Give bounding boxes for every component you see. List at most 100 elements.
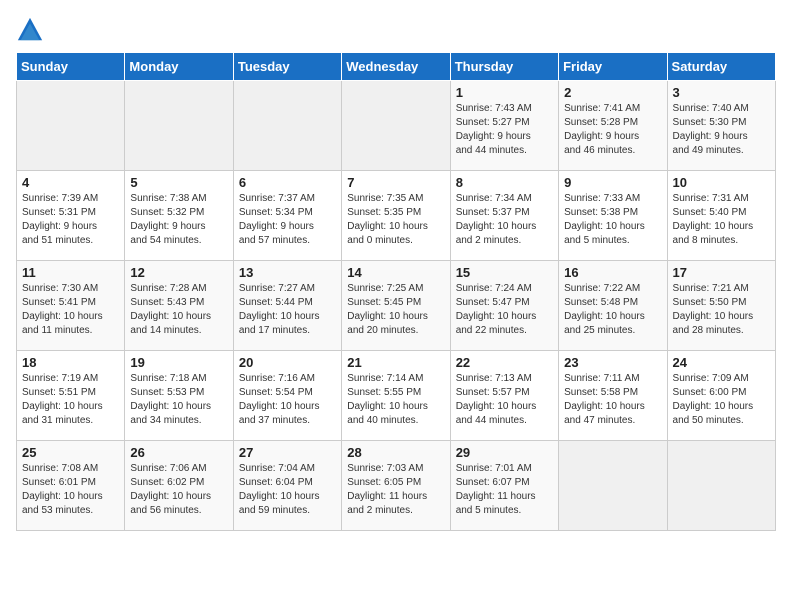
calendar-cell (667, 441, 775, 531)
day-number: 2 (564, 85, 661, 100)
logo (16, 16, 48, 44)
day-info: Sunrise: 7:38 AM Sunset: 5:32 PM Dayligh… (130, 192, 227, 248)
day-number: 23 (564, 355, 661, 370)
day-number: 24 (673, 355, 770, 370)
day-info: Sunrise: 7:39 AM Sunset: 5:31 PM Dayligh… (22, 192, 119, 248)
day-number: 20 (239, 355, 336, 370)
calendar-cell: 18 Sunrise: 7:19 AM Sunset: 5:51 PM Dayli… (17, 351, 125, 441)
calendar-cell: 9 Sunrise: 7:33 AM Sunset: 5:38 PM Daylig… (559, 171, 667, 261)
day-number: 11 (22, 265, 119, 280)
day-info: Sunrise: 7:16 AM Sunset: 5:54 PM Dayligh… (239, 372, 336, 428)
calendar-cell: 29Sunrise: 7:01 AM Sunset: 6:07 PM Dayli… (450, 441, 558, 531)
day-number: 25 (22, 445, 119, 460)
calendar-cell: 2Sunrise: 7:41 AM Sunset: 5:28 PM Daylig… (559, 81, 667, 171)
calendar-week-2: 4 Sunrise: 7:39 AM Sunset: 5:31 PM Daylig… (17, 171, 776, 261)
day-info: Sunrise: 7:30 AM Sunset: 5:41 PM Dayligh… (22, 282, 119, 338)
day-number: 6 (239, 175, 336, 190)
calendar-cell: 20 Sunrise: 7:16 AM Sunset: 5:54 PM Dayli… (233, 351, 341, 441)
day-info: Sunrise: 7:27 AM Sunset: 5:44 PM Dayligh… (239, 282, 336, 338)
day-number: 15 (456, 265, 553, 280)
day-number: 13 (239, 265, 336, 280)
calendar-cell: 16 Sunrise: 7:22 AM Sunset: 5:48 PM Dayli… (559, 261, 667, 351)
calendar-cell: 8 Sunrise: 7:34 AM Sunset: 5:37 PM Daylig… (450, 171, 558, 261)
calendar-cell: 3 Sunrise: 7:40 AM Sunset: 5:30 PM Daylig… (667, 81, 775, 171)
day-number: 5 (130, 175, 227, 190)
calendar-cell: 17Sunrise: 7:21 AM Sunset: 5:50 PM Dayli… (667, 261, 775, 351)
calendar-week-1: 1 Sunrise: 7:43 AM Sunset: 5:27 PM Daylig… (17, 81, 776, 171)
calendar-cell: 27 Sunrise: 7:04 AM Sunset: 6:04 PM Dayli… (233, 441, 341, 531)
calendar-cell: 22 Sunrise: 7:13 AM Sunset: 5:57 PM Dayli… (450, 351, 558, 441)
day-info: Sunrise: 7:34 AM Sunset: 5:37 PM Dayligh… (456, 192, 553, 248)
day-info: Sunrise: 7:37 AM Sunset: 5:34 PM Dayligh… (239, 192, 336, 248)
day-info: Sunrise: 7:22 AM Sunset: 5:48 PM Dayligh… (564, 282, 661, 338)
calendar-cell (17, 81, 125, 171)
day-number: 3 (673, 85, 770, 100)
day-info: Sunrise: 7:33 AM Sunset: 5:38 PM Dayligh… (564, 192, 661, 248)
day-info: Sunrise: 7:21 AM Sunset: 5:50 PM Dayligh… (673, 282, 770, 338)
calendar-cell: 28Sunrise: 7:03 AM Sunset: 6:05 PM Dayli… (342, 441, 450, 531)
calendar-cell: 4 Sunrise: 7:39 AM Sunset: 5:31 PM Daylig… (17, 171, 125, 261)
day-info: Sunrise: 7:09 AM Sunset: 6:00 PM Dayligh… (673, 372, 770, 428)
day-number: 28 (347, 445, 444, 460)
calendar-week-5: 25 Sunrise: 7:08 AM Sunset: 6:01 PM Dayli… (17, 441, 776, 531)
calendar-cell: 11 Sunrise: 7:30 AM Sunset: 5:41 PM Dayli… (17, 261, 125, 351)
day-info: Sunrise: 7:28 AM Sunset: 5:43 PM Dayligh… (130, 282, 227, 338)
day-info: Sunrise: 7:11 AM Sunset: 5:58 PM Dayligh… (564, 372, 661, 428)
calendar-cell: 23 Sunrise: 7:11 AM Sunset: 5:58 PM Dayli… (559, 351, 667, 441)
day-header-saturday: Saturday (667, 53, 775, 81)
calendar-table: SundayMondayTuesdayWednesdayThursdayFrid… (16, 52, 776, 531)
calendar-week-3: 11 Sunrise: 7:30 AM Sunset: 5:41 PM Dayli… (17, 261, 776, 351)
day-number: 12 (130, 265, 227, 280)
calendar-cell: 10 Sunrise: 7:31 AM Sunset: 5:40 PM Dayli… (667, 171, 775, 261)
day-number: 18 (22, 355, 119, 370)
day-info: Sunrise: 7:08 AM Sunset: 6:01 PM Dayligh… (22, 462, 119, 518)
calendar-cell: 24 Sunrise: 7:09 AM Sunset: 6:00 PM Dayli… (667, 351, 775, 441)
day-info: Sunrise: 7:06 AM Sunset: 6:02 PM Dayligh… (130, 462, 227, 518)
day-info: Sunrise: 7:25 AM Sunset: 5:45 PM Dayligh… (347, 282, 444, 338)
calendar-cell: 15 Sunrise: 7:24 AM Sunset: 5:47 PM Dayli… (450, 261, 558, 351)
calendar-cell: 6 Sunrise: 7:37 AM Sunset: 5:34 PM Daylig… (233, 171, 341, 261)
calendar-cell: 21Sunrise: 7:14 AM Sunset: 5:55 PM Dayli… (342, 351, 450, 441)
day-header-friday: Friday (559, 53, 667, 81)
calendar-cell: 19 Sunrise: 7:18 AM Sunset: 5:53 PM Dayli… (125, 351, 233, 441)
day-number: 19 (130, 355, 227, 370)
calendar-cell: 12 Sunrise: 7:28 AM Sunset: 5:43 PM Dayli… (125, 261, 233, 351)
calendar-cell (125, 81, 233, 171)
day-info: Sunrise: 7:04 AM Sunset: 6:04 PM Dayligh… (239, 462, 336, 518)
day-number: 1 (456, 85, 553, 100)
day-number: 4 (22, 175, 119, 190)
day-number: 7 (347, 175, 444, 190)
calendar-cell: 5 Sunrise: 7:38 AM Sunset: 5:32 PM Daylig… (125, 171, 233, 261)
day-info: Sunrise: 7:43 AM Sunset: 5:27 PM Dayligh… (456, 102, 553, 158)
header (16, 16, 776, 44)
calendar-header: SundayMondayTuesdayWednesdayThursdayFrid… (17, 53, 776, 81)
day-header-wednesday: Wednesday (342, 53, 450, 81)
day-number: 10 (673, 175, 770, 190)
calendar-cell: 1 Sunrise: 7:43 AM Sunset: 5:27 PM Daylig… (450, 81, 558, 171)
calendar-cell: 26Sunrise: 7:06 AM Sunset: 6:02 PM Dayli… (125, 441, 233, 531)
calendar-cell (233, 81, 341, 171)
calendar-body: 1 Sunrise: 7:43 AM Sunset: 5:27 PM Daylig… (17, 81, 776, 531)
calendar-cell: 7 Sunrise: 7:35 AM Sunset: 5:35 PM Daylig… (342, 171, 450, 261)
day-number: 14 (347, 265, 444, 280)
day-info: Sunrise: 7:01 AM Sunset: 6:07 PM Dayligh… (456, 462, 553, 518)
day-header-thursday: Thursday (450, 53, 558, 81)
day-info: Sunrise: 7:35 AM Sunset: 5:35 PM Dayligh… (347, 192, 444, 248)
calendar-cell (559, 441, 667, 531)
day-number: 16 (564, 265, 661, 280)
day-info: Sunrise: 7:24 AM Sunset: 5:47 PM Dayligh… (456, 282, 553, 338)
day-info: Sunrise: 7:18 AM Sunset: 5:53 PM Dayligh… (130, 372, 227, 428)
day-number: 22 (456, 355, 553, 370)
day-number: 9 (564, 175, 661, 190)
day-info: Sunrise: 7:31 AM Sunset: 5:40 PM Dayligh… (673, 192, 770, 248)
day-header-tuesday: Tuesday (233, 53, 341, 81)
calendar-cell: 14 Sunrise: 7:25 AM Sunset: 5:45 PM Dayli… (342, 261, 450, 351)
calendar-cell: 25 Sunrise: 7:08 AM Sunset: 6:01 PM Dayli… (17, 441, 125, 531)
day-number: 8 (456, 175, 553, 190)
calendar-cell (342, 81, 450, 171)
day-info: Sunrise: 7:40 AM Sunset: 5:30 PM Dayligh… (673, 102, 770, 158)
day-header-sunday: Sunday (17, 53, 125, 81)
day-info: Sunrise: 7:19 AM Sunset: 5:51 PM Dayligh… (22, 372, 119, 428)
day-info: Sunrise: 7:13 AM Sunset: 5:57 PM Dayligh… (456, 372, 553, 428)
day-number: 27 (239, 445, 336, 460)
